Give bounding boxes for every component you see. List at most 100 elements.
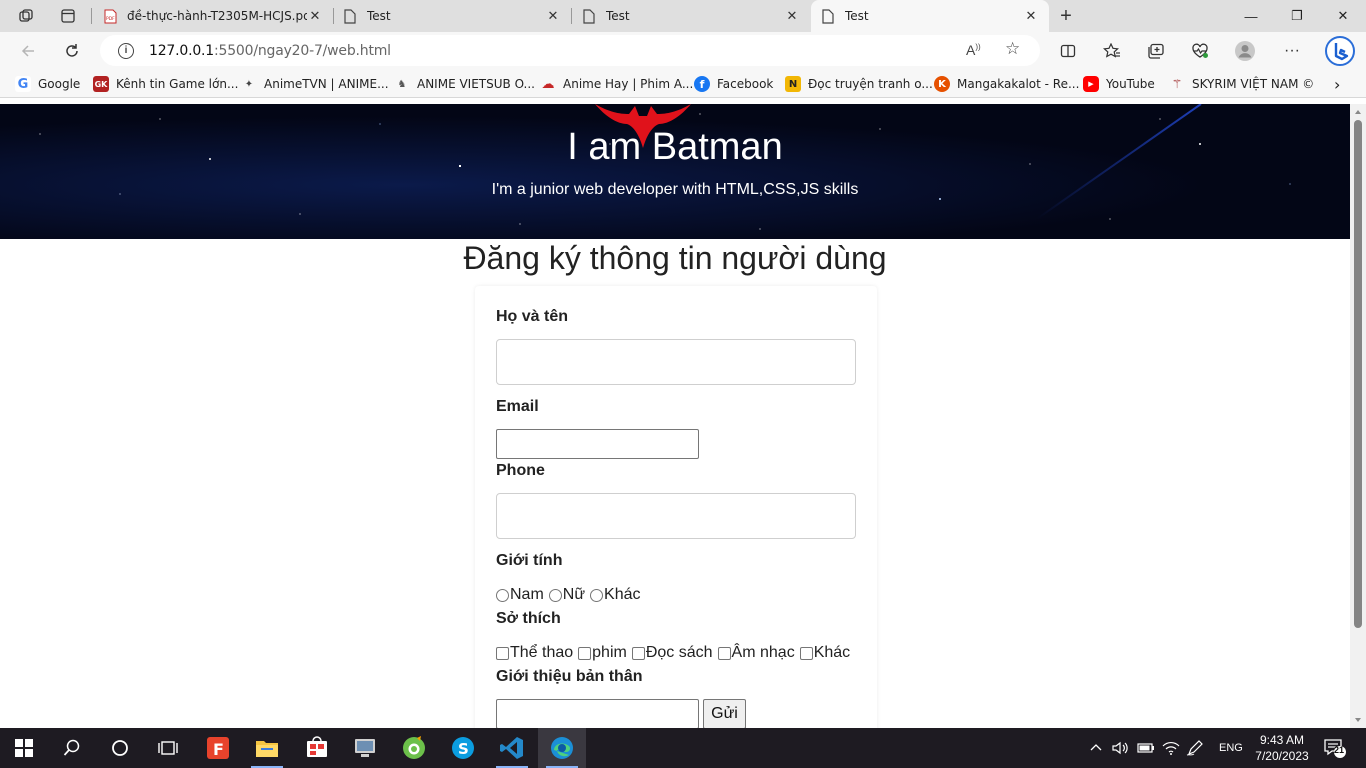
gender-option-label: Khác: [604, 586, 641, 603]
close-tab-icon[interactable]: ✕: [545, 9, 561, 24]
minimize-button[interactable]: —: [1228, 0, 1274, 32]
bookmark-animetvn[interactable]: ✦ AnimeTVN | ANIME...: [241, 76, 389, 92]
hobby-checkbox-phim[interactable]: [578, 646, 592, 660]
search-icon[interactable]: [48, 728, 96, 768]
split-screen-icon[interactable]: [1054, 37, 1082, 65]
close-window-button[interactable]: ✕: [1320, 0, 1366, 32]
performance-icon[interactable]: [1186, 37, 1214, 65]
bookmark-skyrim[interactable]: ⚚ SKYRIM VIỆT NAM ©: [1169, 76, 1314, 92]
tab-test-2[interactable]: Test ✕: [572, 0, 810, 32]
app-store-icon[interactable]: [293, 728, 341, 768]
refresh-button[interactable]: [58, 37, 86, 65]
bookmarks-overflow-icon[interactable]: ›: [1334, 75, 1340, 94]
navigation-bar: i 127.0.0.1:5500/ngay20-7/web.html A)) ☆…: [0, 32, 1366, 70]
file-explorer-icon[interactable]: [243, 728, 291, 768]
gender-label: Giới tính: [496, 552, 563, 569]
gender-radio-nu[interactable]: [548, 588, 562, 602]
pen-workspace-icon[interactable]: [1186, 728, 1204, 768]
phone-input[interactable]: [496, 493, 856, 539]
gender-radio-nam[interactable]: [496, 588, 509, 602]
bookmark-label: YouTube: [1106, 77, 1155, 91]
hobby-option-label: Âm nhạc: [731, 644, 795, 661]
tab-pdf[interactable]: PDF đề-thực-hành-T2305M-HCJS.pdf ✕: [93, 0, 333, 32]
edge-browser-icon[interactable]: [538, 728, 586, 768]
scroll-down-arrow-icon[interactable]: [1355, 718, 1361, 722]
workspaces-icon[interactable]: [13, 4, 39, 28]
close-tab-icon[interactable]: ✕: [307, 9, 323, 24]
task-view-icon[interactable]: [144, 728, 192, 768]
akatsuki-icon: ☁: [540, 76, 556, 92]
close-tab-icon[interactable]: ✕: [784, 9, 800, 24]
gender-option-label: Nam: [510, 586, 544, 603]
hobby-checkbox-khac[interactable]: [799, 646, 813, 660]
bookmarks-bar: G Google GK Kênh tin Game lớn... ✦ Anime…: [0, 70, 1366, 98]
registration-form: Họ và tên Email Phone Giới tính Nam Nữ K…: [475, 286, 877, 728]
vscode-icon[interactable]: [488, 728, 536, 768]
volume-icon[interactable]: [1112, 728, 1130, 768]
bookmark-google[interactable]: G Google: [15, 76, 80, 92]
svg-text:F: F: [213, 740, 224, 759]
language-indicator[interactable]: ENG: [1219, 728, 1243, 768]
url-text: 127.0.0.1:5500/ngay20-7/web.html: [149, 43, 391, 59]
gender-radio-khac[interactable]: [590, 588, 604, 602]
submit-button[interactable]: Gửi: [703, 699, 746, 728]
bookmark-label: Facebook: [717, 77, 774, 91]
battery-icon[interactable]: [1137, 728, 1155, 768]
settings-menu-icon[interactable]: ···: [1278, 37, 1306, 65]
bookmark-animehay[interactable]: ☁ Anime Hay | Phim A...: [540, 76, 693, 92]
close-tab-icon[interactable]: ✕: [1023, 9, 1039, 24]
read-aloud-icon[interactable]: A)): [966, 42, 981, 58]
intro-input[interactable]: [496, 699, 699, 728]
hobby-label: Sở thích: [496, 610, 561, 627]
foxit-reader-icon[interactable]: F: [194, 728, 242, 768]
address-bar[interactable]: i 127.0.0.1:5500/ngay20-7/web.html A)) ☆: [100, 35, 1040, 66]
bookmark-label: Đọc truyện tranh o...: [808, 77, 933, 91]
favorites-icon[interactable]: [1098, 37, 1126, 65]
collections-icon[interactable]: [1142, 37, 1170, 65]
gender-option-label: Nữ: [562, 586, 586, 603]
scroll-up-arrow-icon[interactable]: [1355, 110, 1361, 114]
bookmark-mangakakalot[interactable]: K Mangakakalot - Re...: [934, 76, 1079, 92]
site-info-icon[interactable]: i: [118, 42, 134, 59]
bookmark-youtube[interactable]: ▶ YouTube: [1083, 76, 1155, 92]
scroll-thumb[interactable]: [1354, 120, 1362, 628]
back-button[interactable]: [14, 37, 42, 65]
network-monitor-icon[interactable]: [341, 728, 389, 768]
new-tab-button[interactable]: +: [1054, 4, 1078, 28]
page-scrollbar[interactable]: [1350, 104, 1366, 728]
hobby-checkbox-the-thao[interactable]: [496, 646, 509, 660]
bookmark-truyen[interactable]: N Đọc truyện tranh o...: [785, 76, 933, 92]
favorite-star-icon[interactable]: ☆: [1005, 39, 1020, 59]
email-input[interactable]: [496, 429, 699, 459]
wifi-icon[interactable]: [1162, 728, 1180, 768]
tab-title: đề-thực-hành-T2305M-HCJS.pdf: [127, 9, 307, 23]
tray-overflow-icon[interactable]: [1090, 728, 1102, 768]
clock-date: 7/20/2023: [1255, 749, 1309, 763]
tab-test-1[interactable]: Test ✕: [333, 0, 571, 32]
hobby-checkbox-doc-sach[interactable]: [631, 646, 645, 660]
start-button[interactable]: [0, 728, 48, 768]
profile-avatar[interactable]: [1231, 37, 1259, 65]
tab-test-active[interactable]: Test ✕: [811, 0, 1049, 32]
cortana-icon[interactable]: [96, 728, 144, 768]
tab-title: Test: [367, 9, 391, 23]
tab-actions-icon[interactable]: [55, 4, 81, 28]
url-path: :5500/ngay20-7/web.html: [214, 42, 391, 59]
skype-icon[interactable]: S: [439, 728, 487, 768]
mangakakalot-icon: K: [934, 76, 950, 92]
gender-options: Nam Nữ Khác: [496, 586, 641, 604]
coccoc-browser-icon[interactable]: [390, 728, 438, 768]
notification-center-icon[interactable]: 21: [1324, 728, 1346, 768]
bookmark-vietsub[interactable]: ♞ ANIME VIETSUB O...: [394, 76, 535, 92]
name-input[interactable]: [496, 339, 856, 385]
page-icon: [582, 8, 596, 24]
restore-button[interactable]: ❐: [1274, 0, 1320, 32]
hero-title: I am Batman: [567, 126, 783, 168]
bookmark-facebook[interactable]: f Facebook: [694, 76, 773, 92]
youtube-icon: ▶: [1083, 76, 1099, 92]
bing-copilot-icon[interactable]: [1324, 35, 1356, 67]
system-clock[interactable]: 9:43 AM 7/20/2023: [1250, 732, 1314, 764]
hobby-checkbox-am-nhac[interactable]: [717, 646, 731, 660]
bookmark-gk[interactable]: GK Kênh tin Game lớn...: [93, 76, 238, 92]
page-icon: [343, 8, 357, 24]
